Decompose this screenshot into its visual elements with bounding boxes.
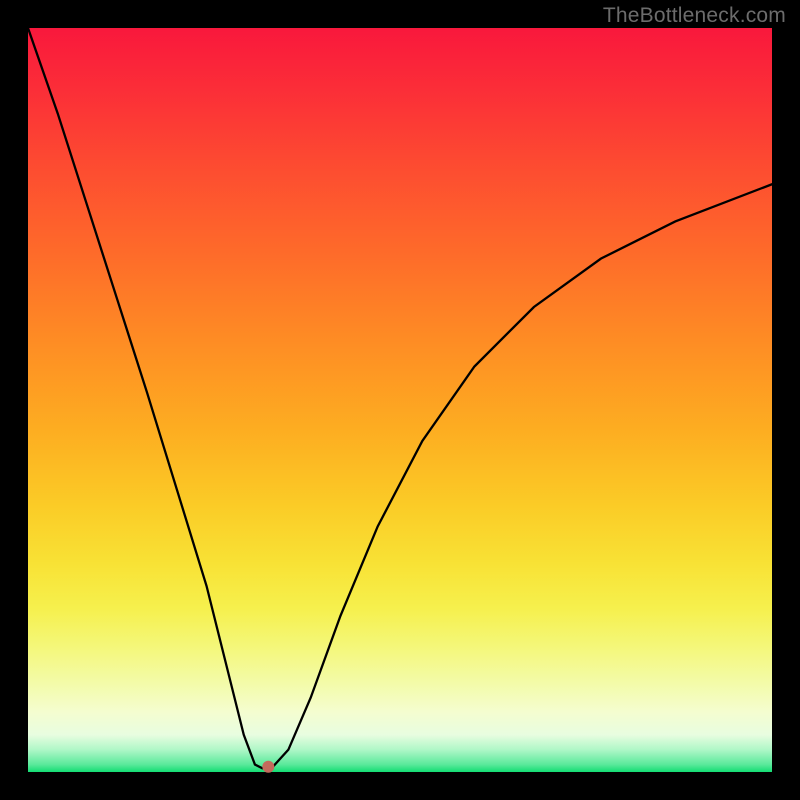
curve-svg — [28, 28, 772, 772]
plot-area — [28, 28, 772, 772]
minimum-marker — [262, 761, 274, 773]
chart-frame: TheBottleneck.com — [0, 0, 800, 800]
watermark-text: TheBottleneck.com — [603, 4, 786, 28]
bottleneck-curve — [28, 28, 772, 768]
